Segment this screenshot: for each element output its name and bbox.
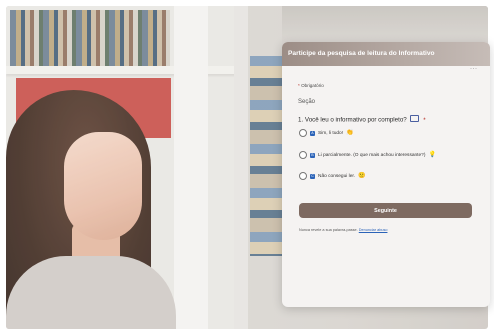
question-text: Você leu o informativo por completo? bbox=[304, 116, 407, 124]
option-nao-consegui[interactable]: C Não consegui ler. 🙁 bbox=[299, 171, 366, 181]
form-title: Participe da pesquisa de leitura do Info… bbox=[288, 50, 435, 57]
immersive-reader-icon[interactable] bbox=[410, 115, 420, 122]
option-parcialmente[interactable]: B Li parcialmente. (O que mais achou int… bbox=[299, 150, 436, 160]
option-label: Li parcialmente. (O que mais achou inter… bbox=[318, 152, 426, 158]
option-sim[interactable]: A Sim, li tudo! 👏 bbox=[299, 128, 354, 138]
form-footer: Nunca revele a sua palavra-passe. Denunc… bbox=[299, 228, 387, 232]
radio-button[interactable] bbox=[299, 129, 307, 137]
required-note-text: Obrigatório bbox=[301, 83, 324, 88]
required-note: * Obrigatório bbox=[298, 83, 324, 88]
lightbulb-emoji-icon: 💡 bbox=[428, 152, 436, 158]
section-label: Seção bbox=[298, 99, 316, 105]
option-label: Não consegui ler. bbox=[318, 173, 356, 179]
option-index-badge: B bbox=[310, 152, 315, 158]
report-abuse-link[interactable]: Denunciar abuso bbox=[359, 228, 388, 232]
clap-emoji-icon: 👏 bbox=[346, 130, 354, 136]
question-title: 1. Você leu o informativo por completo? … bbox=[298, 115, 426, 124]
more-dots-icon[interactable]: ··· bbox=[470, 66, 478, 72]
form-header: Participe da pesquisa de leitura do Info… bbox=[282, 42, 490, 66]
option-index-badge: A bbox=[310, 130, 315, 136]
option-index-badge: C bbox=[310, 173, 315, 179]
next-button[interactable]: Seguinte bbox=[299, 203, 472, 218]
question-number: 1. bbox=[298, 116, 304, 124]
required-asterisk: * bbox=[298, 83, 300, 88]
footer-text: Nunca revele a sua palavra-passe. bbox=[299, 228, 358, 232]
question-required-asterisk: * bbox=[423, 116, 426, 124]
radio-button[interactable] bbox=[299, 151, 307, 159]
form-panel: Participe da pesquisa de leitura do Info… bbox=[282, 42, 490, 307]
radio-button[interactable] bbox=[299, 172, 307, 180]
option-label: Sim, li tudo! bbox=[318, 130, 344, 136]
sad-face-emoji-icon: 🙁 bbox=[358, 173, 366, 179]
